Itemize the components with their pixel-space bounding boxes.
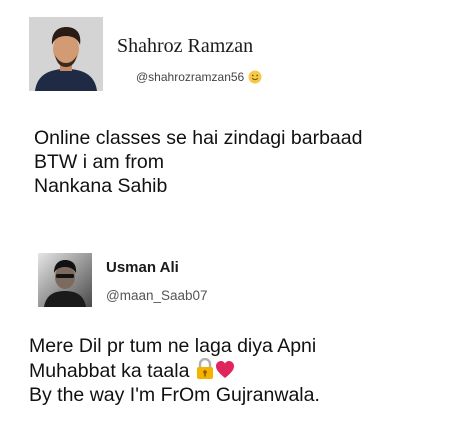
post-text-line: Online classes se hai zindagi barbaad	[34, 127, 363, 149]
post-text: Online classes se hai zindagi barbaad BT…	[34, 126, 362, 198]
avatar[interactable]	[38, 253, 92, 307]
post-text-line: BTW i am from	[34, 151, 164, 173]
author-name[interactable]: Usman Ali	[106, 259, 179, 276]
lock-with-key-icon	[196, 358, 213, 379]
author-handle[interactable]: @maan_Saab07	[106, 288, 208, 303]
profile-photo	[38, 253, 92, 307]
author-handle[interactable]: @shahrozramzan56	[136, 70, 244, 84]
post-text-line: Nankana Sahib	[34, 175, 168, 197]
red-heart-icon	[215, 361, 234, 378]
post-text-line: Muhabbat ka taala	[29, 360, 190, 382]
post-2: Usman Ali @maan_Saab07 Mere Dil pr tum n…	[0, 240, 450, 436]
post-1: Shahroz Ramzan @shahrozramzan56 Online c…	[0, 0, 450, 230]
profile-photo	[29, 17, 103, 91]
post-text-line: By the way I'm FrOm Gujranwala.	[29, 384, 320, 406]
post-text-line-with-emojis: Muhabbat ka taala	[29, 358, 320, 383]
post-text: Mere Dil pr tum ne laga diya Apni Muhabb…	[29, 334, 320, 407]
avatar[interactable]	[29, 17, 103, 91]
post-text-line: Mere Dil pr tum ne laga diya Apni	[29, 335, 317, 357]
smiley-face-icon	[248, 70, 262, 84]
author-name[interactable]: Shahroz Ramzan	[117, 35, 253, 58]
